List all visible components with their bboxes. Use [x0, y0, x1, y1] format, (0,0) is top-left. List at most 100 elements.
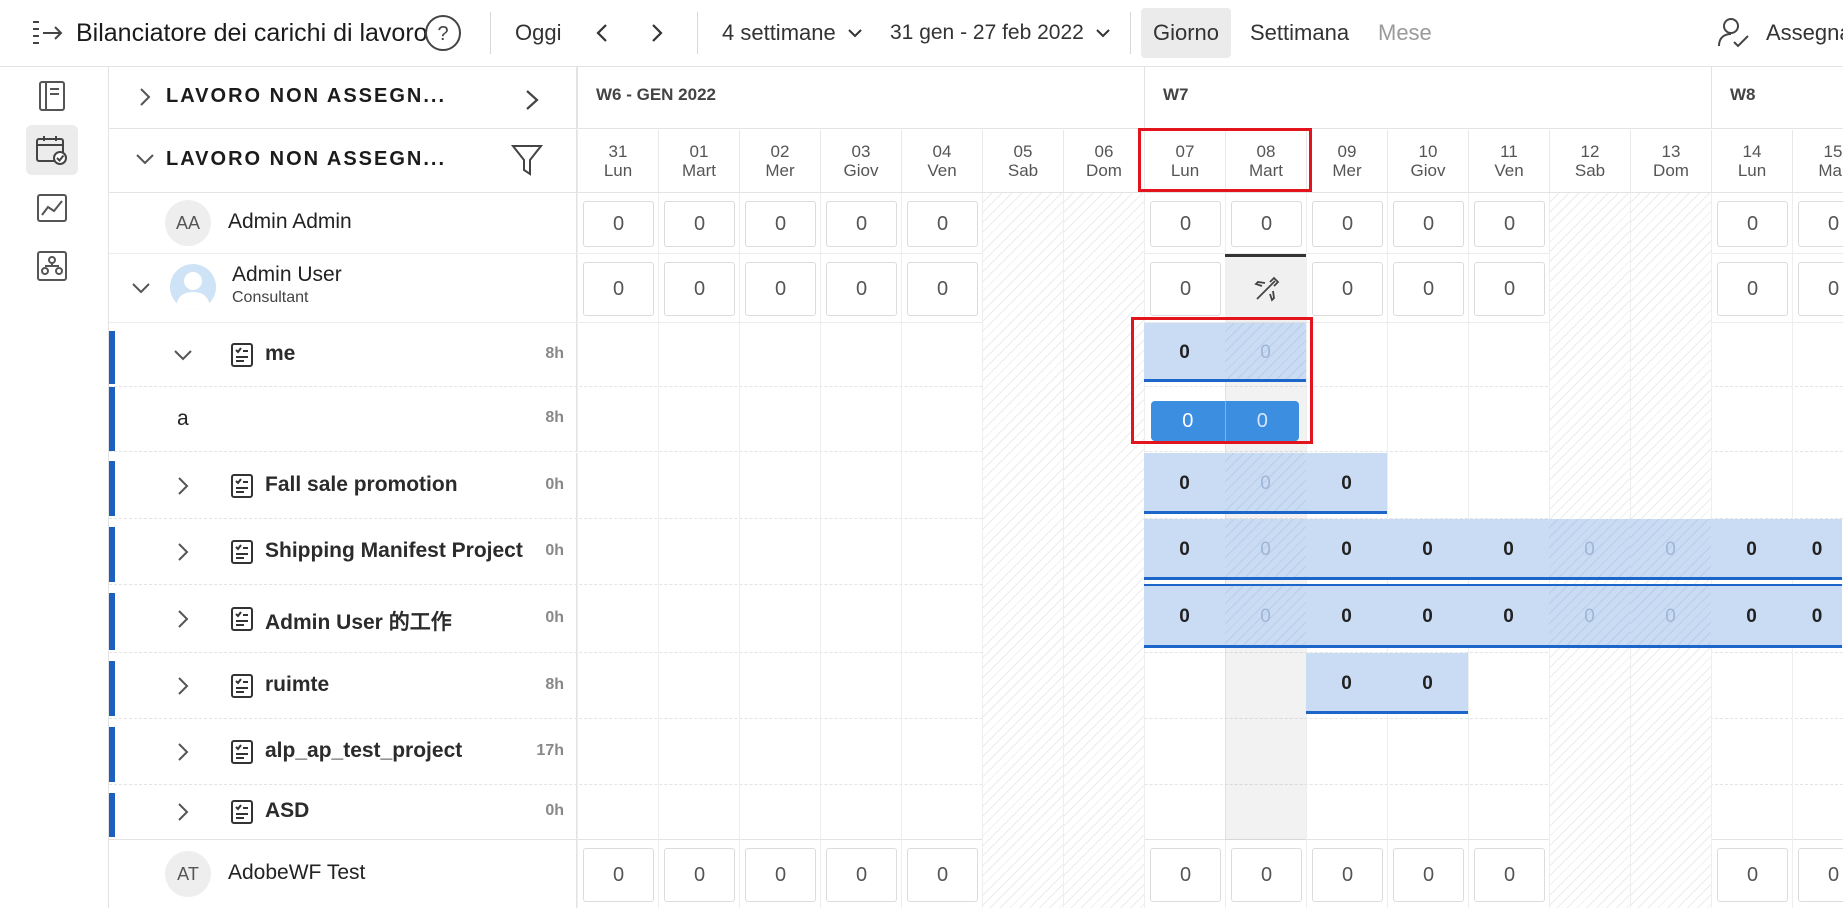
range-select[interactable]: 4 settimane: [722, 0, 864, 66]
chevron-down-icon[interactable]: [173, 345, 193, 370]
capacity-cell[interactable]: 0: [1474, 201, 1545, 247]
view-day-button[interactable]: Giorno: [1141, 8, 1232, 58]
collapse-panel-icon[interactable]: [30, 0, 64, 66]
project-name[interactable]: Shipping Manifest Project: [265, 539, 523, 563]
capacity-cell[interactable]: 0: [745, 201, 816, 247]
capacity-cell[interactable]: 0: [745, 848, 816, 902]
project-name[interactable]: alp_ap_test_project: [265, 739, 462, 763]
chevron-right-icon[interactable]: [173, 476, 193, 501]
expand-panel-icon[interactable]: [523, 89, 541, 111]
capacity-cell[interactable]: 0: [1717, 848, 1788, 902]
capacity-cell[interactable]: 0: [583, 848, 654, 902]
capacity-cell[interactable]: 0: [1393, 262, 1464, 316]
allocation-cell[interactable]: 0: [1792, 585, 1842, 648]
allocation-cell[interactable]: 0: [1144, 585, 1225, 648]
capacity-cell[interactable]: 0: [664, 848, 735, 902]
capacity-cell[interactable]: 0: [1231, 201, 1302, 247]
capacity-cell[interactable]: 0: [826, 201, 897, 247]
capacity-cell[interactable]: 0: [826, 262, 897, 316]
capacity-cell[interactable]: 0: [1717, 262, 1788, 316]
capacity-cell[interactable]: 0: [1393, 201, 1464, 247]
allocation-cell[interactable]: 0: [1387, 519, 1468, 580]
chevron-right-icon[interactable]: [173, 676, 193, 701]
capacity-cell[interactable]: 0: [907, 848, 978, 902]
allocation-cell[interactable]: 0: [1306, 453, 1387, 514]
capacity-cell[interactable]: 0: [1231, 848, 1302, 902]
user-name[interactable]: Admin Admin: [228, 210, 352, 234]
date-range-picker[interactable]: 31 gen - 27 feb 2022: [890, 0, 1112, 66]
allocation-cell[interactable]: 0: [1549, 519, 1630, 580]
org-chart-icon[interactable]: [26, 241, 78, 291]
calendar-check-icon[interactable]: [26, 125, 78, 175]
allocation-cell[interactable]: 0: [1711, 519, 1792, 580]
allocation-cell[interactable]: 0: [1225, 453, 1306, 514]
capacity-cell[interactable]: 0: [1150, 201, 1221, 247]
notebook-icon[interactable]: [26, 71, 78, 121]
chevron-right-icon[interactable]: [173, 802, 193, 827]
project-name[interactable]: me: [265, 342, 295, 366]
capacity-cell[interactable]: 0: [907, 262, 978, 316]
allocation-cell[interactable]: 0: [1387, 653, 1468, 714]
chevron-down-icon[interactable]: [135, 151, 155, 167]
assign-button[interactable]: Assegna: [1766, 0, 1843, 66]
chevron-right-icon[interactable]: [173, 742, 193, 767]
capacity-cell[interactable]: 0: [1798, 201, 1843, 247]
allocation-cell[interactable]: 0: [1144, 519, 1225, 580]
user-name[interactable]: AdobeWF Test: [228, 861, 365, 885]
capacity-cell[interactable]: 0: [664, 201, 735, 247]
chevron-down-icon[interactable]: [131, 280, 151, 296]
allocation-cell[interactable]: 0: [1792, 519, 1842, 580]
chevron-right-icon[interactable]: [173, 609, 193, 634]
view-week-button[interactable]: Settimana: [1250, 0, 1349, 66]
allocation-cell[interactable]: 0: [1711, 585, 1792, 648]
capacity-cell[interactable]: 0: [1150, 848, 1221, 902]
user-name[interactable]: Admin User: [232, 263, 342, 287]
capacity-cell[interactable]: 0: [1393, 848, 1464, 902]
allocation-cell[interactable]: 0: [1468, 519, 1549, 580]
capacity-cell[interactable]: 0: [664, 262, 735, 316]
prev-icon[interactable]: [592, 0, 614, 66]
capacity-cell[interactable]: 0: [907, 201, 978, 247]
filter-icon[interactable]: [511, 143, 543, 177]
allocation-cell[interactable]: 0: [1549, 585, 1630, 648]
chevron-right-icon[interactable]: [137, 87, 153, 107]
view-month-button[interactable]: Mese: [1378, 0, 1432, 66]
capacity-cell[interactable]: 0: [1474, 848, 1545, 902]
task-name[interactable]: a: [177, 407, 189, 431]
time-off-cell[interactable]: [1225, 254, 1306, 322]
capacity-cell[interactable]: 0: [583, 262, 654, 316]
capacity-cell[interactable]: 0: [1474, 262, 1545, 316]
allocation-cell[interactable]: 0: [1468, 585, 1549, 648]
capacity-cell[interactable]: 0: [745, 262, 816, 316]
chevron-right-icon[interactable]: [173, 542, 193, 567]
unassigned-work-collapsed[interactable]: LAVORO NON ASSEGN...: [109, 67, 577, 129]
allocation-cell[interactable]: 0: [1144, 453, 1225, 514]
project-name[interactable]: ASD: [265, 799, 309, 823]
allocation-cell[interactable]: 0: [1225, 519, 1306, 580]
allocation-cell[interactable]: 0: [1630, 585, 1711, 648]
allocation-cell[interactable]: 0: [1630, 519, 1711, 580]
project-name[interactable]: ruimte: [265, 673, 329, 697]
capacity-cell[interactable]: 0: [1312, 262, 1383, 316]
allocation-cell[interactable]: 0: [1306, 653, 1387, 714]
allocation-cell[interactable]: 0: [1225, 585, 1306, 648]
capacity-cell[interactable]: 0: [1150, 262, 1221, 316]
capacity-cell[interactable]: 0: [1312, 201, 1383, 247]
today-button[interactable]: Oggi: [515, 0, 561, 66]
capacity-cell[interactable]: 0: [826, 848, 897, 902]
project-name[interactable]: Fall sale promotion: [265, 473, 458, 497]
chart-line-icon[interactable]: [26, 183, 78, 233]
allocation-cell[interactable]: 0: [1387, 585, 1468, 648]
capacity-cell[interactable]: 0: [1717, 201, 1788, 247]
capacity-cell[interactable]: 0: [1798, 262, 1843, 316]
next-icon[interactable]: [645, 0, 667, 66]
project-name[interactable]: Admin User 的工作: [265, 606, 452, 636]
capacity-cell[interactable]: 0: [1798, 848, 1843, 902]
allocation-cell[interactable]: 0: [1306, 519, 1387, 580]
unassigned-work-expanded[interactable]: LAVORO NON ASSEGN...: [109, 129, 577, 193]
user-check-icon[interactable]: [1716, 0, 1752, 66]
help-icon[interactable]: ?: [424, 0, 462, 66]
capacity-cell[interactable]: 0: [1312, 848, 1383, 902]
allocation-cell[interactable]: 0: [1306, 585, 1387, 648]
capacity-cell[interactable]: 0: [583, 201, 654, 247]
